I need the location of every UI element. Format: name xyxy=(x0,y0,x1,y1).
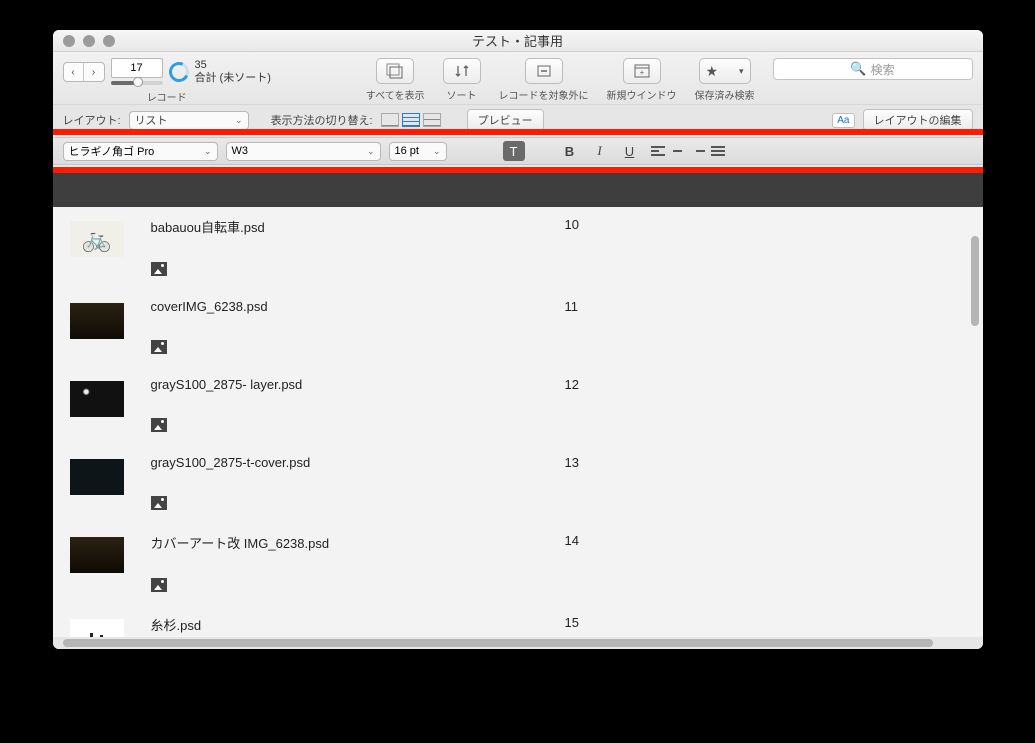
new-window-label: 新規ウインドウ xyxy=(607,87,677,102)
record-number: 13 xyxy=(565,455,645,470)
app-window: テスト・記事用 ‹ › 17 35 合計 (未ソート) xyxy=(53,30,983,649)
record-number: 11 xyxy=(565,299,645,314)
saved-search-button[interactable]: ★ ▾ xyxy=(699,58,751,84)
record-navigation-group: ‹ › 17 35 合計 (未ソート) レコード xyxy=(63,58,271,104)
view-switch-label: 表示方法の切り替え: xyxy=(271,112,373,128)
font-family-value: ヒラギノ角ゴ Pro xyxy=(69,143,155,159)
record-slider[interactable] xyxy=(111,80,163,86)
align-center-button[interactable] xyxy=(669,143,687,159)
chevron-down-icon: ⌄ xyxy=(433,146,441,157)
chevron-down-icon: ▾ xyxy=(739,66,744,77)
view-form-button[interactable] xyxy=(381,113,399,127)
font-size-select[interactable]: 16 pt ⌄ xyxy=(389,142,447,161)
total-count-label: 合計 (未ソート) xyxy=(195,72,271,85)
preview-button[interactable]: プレビュー xyxy=(467,109,544,131)
align-left-button[interactable] xyxy=(649,143,667,159)
chevron-down-icon: ⌄ xyxy=(204,146,212,157)
filename-text: babauou自転車.psd xyxy=(151,217,541,236)
font-family-select[interactable]: ヒラギノ角ゴ Pro ⌄ xyxy=(63,142,218,161)
current-record-field[interactable]: 17 xyxy=(111,58,163,78)
scrollbar-thumb[interactable] xyxy=(971,236,979,326)
chevron-down-icon: ⌄ xyxy=(235,115,243,126)
thumbnail-icon xyxy=(70,459,124,495)
layout-bar: レイアウト: リスト ⌄ 表示方法の切り替え: プレビュー Aa レイアウトの編… xyxy=(53,104,983,133)
layout-select-value: リスト xyxy=(135,112,168,128)
list-row[interactable]: grayS100_2875-t-cover.psd 13 xyxy=(53,445,983,523)
prev-record-button[interactable]: ‹ xyxy=(64,63,84,81)
text-formatting-toggle[interactable]: Aa xyxy=(832,113,854,128)
sort-button[interactable] xyxy=(443,58,481,84)
image-field-icon xyxy=(151,262,167,276)
thumbnail-icon xyxy=(70,303,124,339)
filename-text: coverIMG_6238.psd xyxy=(151,299,541,314)
main-toolbar: ‹ › 17 35 合計 (未ソート) レコード xyxy=(53,52,983,104)
image-field-icon xyxy=(151,340,167,354)
record-number: 15 xyxy=(565,615,645,630)
italic-button[interactable]: I xyxy=(589,141,611,161)
bold-button[interactable]: B xyxy=(559,141,581,161)
filename-text: grayS100_2875-t-cover.psd xyxy=(151,455,541,470)
thumbnail-icon xyxy=(70,537,124,573)
font-size-value: 16 pt xyxy=(395,145,419,157)
list-row[interactable]: coverIMG_6238.psd 11 xyxy=(53,289,983,367)
svg-text:+: + xyxy=(639,68,644,77)
search-placeholder: 検索 xyxy=(871,61,895,78)
show-all-button[interactable] xyxy=(376,58,414,84)
formatting-bar-highlight: ヒラギノ角ゴ Pro ⌄ W3 ⌄ 16 pt ⌄ T B I U xyxy=(53,133,983,169)
thumbnail-icon xyxy=(70,381,124,417)
text-color-button[interactable]: T xyxy=(503,141,525,161)
filename-text: 糸杉.psd xyxy=(151,615,541,634)
record-number: 12 xyxy=(565,377,645,392)
thumbnail-icon xyxy=(70,619,124,637)
underline-button[interactable]: U xyxy=(619,141,641,161)
total-count-text: 35 合計 (未ソート) xyxy=(195,59,271,85)
edit-layout-button[interactable]: レイアウトの編集 xyxy=(863,109,973,131)
total-count-value: 35 xyxy=(195,59,271,72)
alignment-group xyxy=(649,143,727,159)
record-number: 10 xyxy=(565,217,645,232)
record-number: 14 xyxy=(565,533,645,548)
layout-select[interactable]: リスト ⌄ xyxy=(129,111,249,130)
image-field-icon xyxy=(151,578,167,592)
list-row[interactable]: grayS100_2875- layer.psd 12 xyxy=(53,367,983,445)
saved-search-label: 保存済み検索 xyxy=(695,87,755,102)
align-right-button[interactable] xyxy=(689,143,707,159)
vertical-scrollbar[interactable] xyxy=(971,236,981,625)
show-all-label: すべてを表示 xyxy=(366,87,425,102)
view-table-button[interactable] xyxy=(423,113,441,127)
chevron-down-icon: ⌄ xyxy=(367,146,375,157)
search-icon: 🔍 xyxy=(850,61,866,77)
formatting-bar: ヒラギノ角ゴ Pro ⌄ W3 ⌄ 16 pt ⌄ T B I U xyxy=(53,137,983,165)
thumbnail-icon: 🚲 xyxy=(70,221,124,257)
next-record-button[interactable]: › xyxy=(84,63,104,81)
list-row[interactable]: カバーアート改 IMG_6238.psd 14 xyxy=(53,523,983,605)
found-set-pie-icon[interactable] xyxy=(166,59,192,85)
titlebar: テスト・記事用 xyxy=(53,30,983,52)
filename-text: grayS100_2875- layer.psd xyxy=(151,377,541,392)
new-window-button[interactable]: + xyxy=(623,58,661,84)
filename-text: カバーアート改 IMG_6238.psd xyxy=(151,533,541,552)
record-list[interactable]: 🚲 babauou自転車.psd 10 coverIMG_6238.psd 11… xyxy=(53,207,983,637)
image-field-icon xyxy=(151,418,167,432)
star-icon: ★ xyxy=(706,63,719,80)
font-weight-value: W3 xyxy=(232,145,249,157)
view-mode-switch xyxy=(381,113,441,127)
omit-record-button[interactable] xyxy=(525,58,563,84)
horizontal-scrollbar[interactable] xyxy=(53,637,983,649)
scrollbar-thumb[interactable] xyxy=(63,639,933,647)
record-nav-buttons: ‹ › xyxy=(63,62,105,82)
align-justify-button[interactable] xyxy=(709,143,727,159)
view-list-button[interactable] xyxy=(402,113,420,127)
list-row[interactable]: 🚲 babauou自転車.psd 10 xyxy=(53,207,983,289)
sort-label: ソート xyxy=(447,87,477,102)
search-input[interactable]: 🔍 検索 xyxy=(773,58,973,80)
window-title: テスト・記事用 xyxy=(53,31,983,50)
list-header-band xyxy=(53,169,983,207)
image-field-icon xyxy=(151,496,167,510)
layout-label: レイアウト: xyxy=(63,112,121,128)
font-weight-select[interactable]: W3 ⌄ xyxy=(226,142,381,161)
omit-label: レコードを対象外に xyxy=(499,87,589,102)
record-label: レコード xyxy=(147,89,187,104)
list-row[interactable]: 糸杉.psd 15 xyxy=(53,605,983,637)
